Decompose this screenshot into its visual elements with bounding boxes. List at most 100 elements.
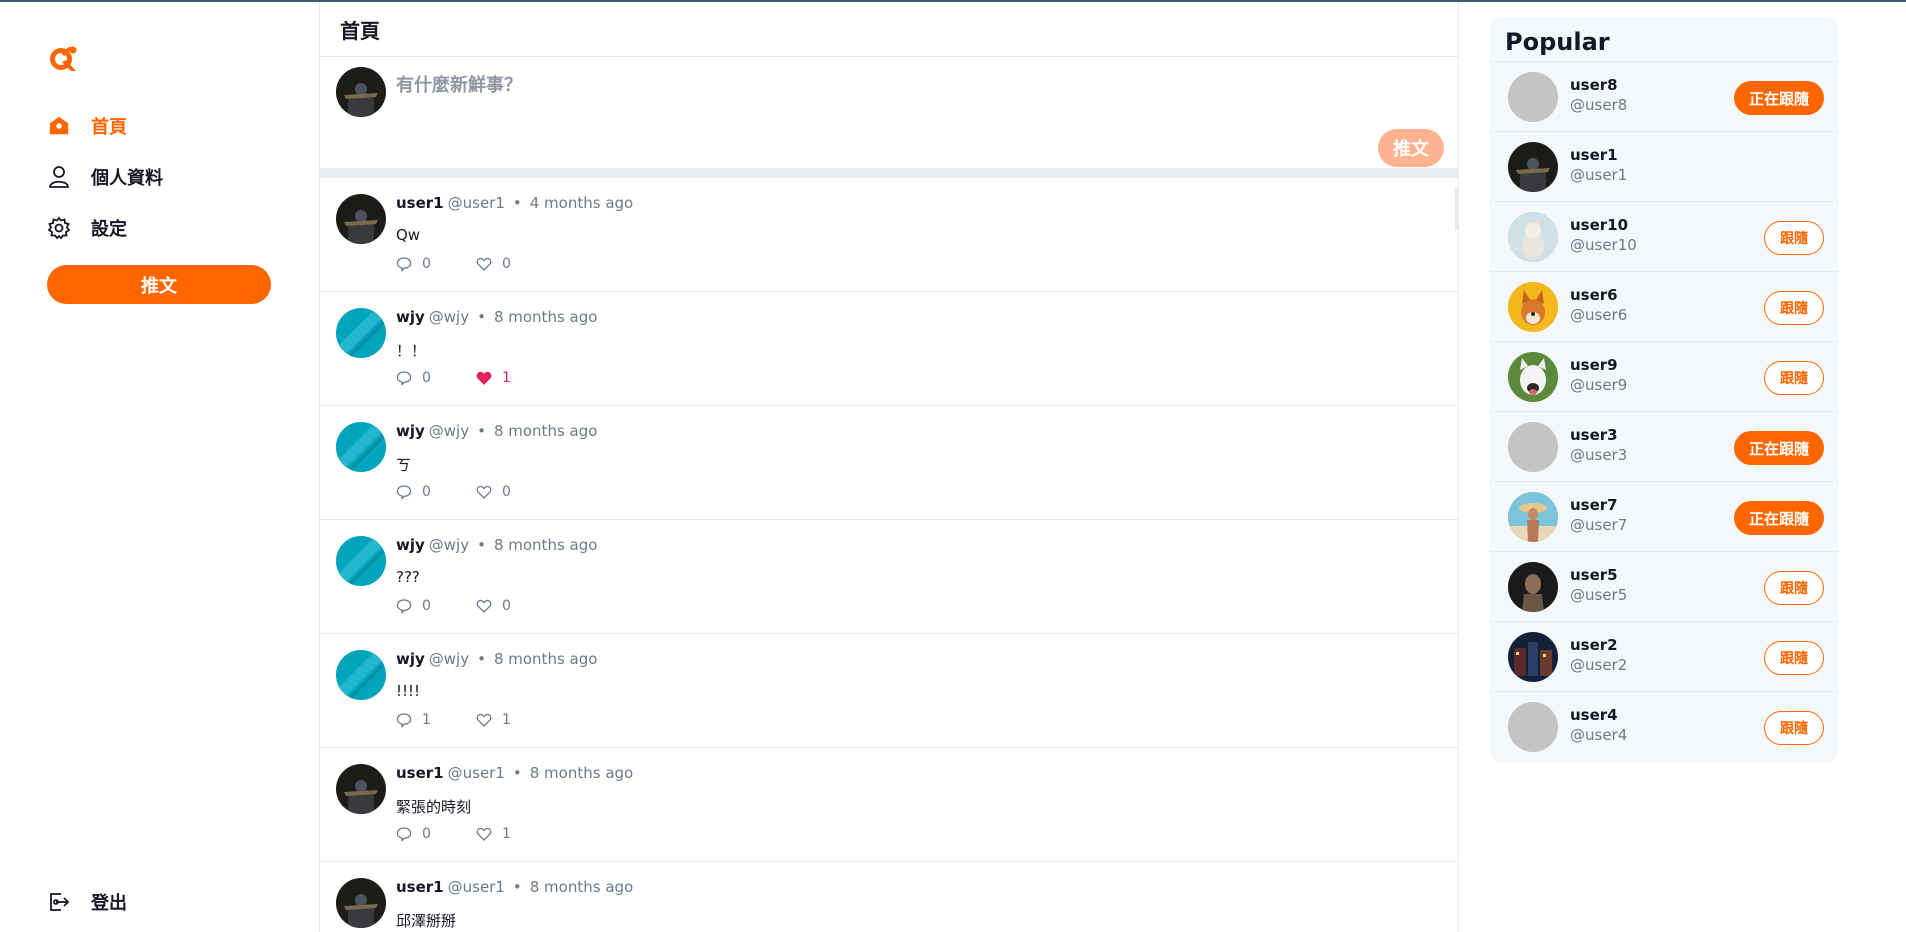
like-button[interactable]: 1 [476,712,511,728]
tweet-author-handle[interactable]: @wjy [429,536,469,554]
tweet-text: ！！ [396,342,427,360]
tweet-item[interactable]: wjy @wjy • 8 months ago??? 0 0 [320,520,1458,634]
follow-button[interactable]: 跟隨 [1764,571,1824,605]
tweet-author-name[interactable]: user1 [396,194,444,212]
tweet-item[interactable]: wjy @wjy • 8 months ago！！ 0 1 [320,292,1458,406]
popular-user-handle: @user1 [1570,166,1628,184]
following-button[interactable]: 正在跟隨 [1734,431,1824,465]
logout-button[interactable]: 登出 [47,884,127,920]
tweet-avatar[interactable] [336,194,386,244]
popular-user-avatar[interactable] [1508,492,1558,542]
reply-count: 1 [422,712,431,728]
popular-user-avatar[interactable] [1508,422,1558,472]
tweet-item[interactable]: wjy @wjy • 8 months ago ㄎ 0 0 [320,406,1458,520]
popular-user-name[interactable]: user4 [1570,706,1618,724]
reply-button[interactable]: 0 [396,598,476,614]
popular-user-item[interactable]: user8 @user8 正在跟隨 [1489,62,1839,132]
popular-user-item[interactable]: user5 @user5 跟隨 [1489,552,1839,622]
tweet-author-handle[interactable]: @user1 [448,878,505,896]
follow-button[interactable]: 跟隨 [1764,361,1824,395]
popular-user-item[interactable]: user6 @user6 跟隨 [1489,272,1839,342]
compose-submit-button[interactable]: 推文 [1378,129,1444,167]
tweet-author-handle[interactable]: @wjy [429,650,469,668]
feed-scrollbar[interactable] [1455,188,1458,230]
popular-user-handle: @user4 [1570,726,1628,744]
popular-user-handle: @user8 [1570,96,1628,114]
reply-button[interactable]: 1 [396,712,476,728]
tweet-author-handle[interactable]: @user1 [448,194,505,212]
tweet-author-name[interactable]: wjy [396,536,425,554]
like-button[interactable]: 0 [476,256,511,272]
sidebar-tweet-button[interactable]: 推文 [47,265,271,304]
reply-icon [396,826,412,842]
popular-user-avatar[interactable] [1508,352,1558,402]
tweet-item[interactable]: user1@user1•8 months ago邱澤掰掰00 [320,862,1458,932]
tweet-avatar[interactable] [336,764,386,814]
reply-count: 0 [422,484,431,500]
heart-icon [476,484,492,500]
heart-icon [476,256,492,272]
popular-user-item[interactable]: user9 @user9 跟隨 [1489,342,1839,412]
popular-user-avatar[interactable] [1508,142,1558,192]
nav-home[interactable]: 首頁 [47,108,127,144]
following-button[interactable]: 正在跟隨 [1734,81,1824,115]
follow-button[interactable]: 跟隨 [1764,221,1824,255]
popular-user-name[interactable]: user2 [1570,636,1618,654]
popular-user-item[interactable]: user4 @user4 跟隨 [1489,692,1839,762]
tweet-author-name[interactable]: wjy [396,422,425,440]
follow-button[interactable]: 跟隨 [1764,291,1824,325]
popular-user-name[interactable]: user10 [1570,216,1628,234]
like-button[interactable]: 1 [476,826,511,842]
tweet-text: !!!! [396,682,421,700]
nav-profile[interactable]: 個人資料 [47,159,163,195]
popular-user-name[interactable]: user9 [1570,356,1618,374]
reply-button[interactable]: 0 [396,370,476,386]
tweet-avatar[interactable] [336,308,386,358]
reply-button[interactable]: 0 [396,484,476,500]
compose-input[interactable] [396,75,1396,96]
tweet-author-handle[interactable]: @user1 [448,764,505,782]
follow-button[interactable]: 跟隨 [1764,641,1824,675]
tweet-author-handle[interactable]: @wjy [429,308,469,326]
reply-button[interactable]: 0 [396,826,476,842]
ac-logo[interactable] [47,42,79,74]
popular-user-item[interactable]: user10 @user10 跟隨 [1489,202,1839,272]
tweet-item[interactable]: user1 @user1 • 4 months ago Qw 0 0 [320,178,1458,292]
popular-user-name[interactable]: user5 [1570,566,1618,584]
following-button[interactable]: 正在跟隨 [1734,501,1824,535]
popular-user-name[interactable]: user3 [1570,426,1618,444]
tweet-avatar[interactable] [336,650,386,700]
follow-button[interactable]: 跟隨 [1764,711,1824,745]
tweet-avatar[interactable] [336,422,386,472]
nav-settings[interactable]: 設定 [47,210,127,246]
popular-user-name[interactable]: user1 [1570,146,1618,164]
popular-user-avatar[interactable] [1508,702,1558,752]
heart-icon [476,712,492,728]
tweet-avatar[interactable] [336,536,386,586]
popular-user-item[interactable]: user1 @user1 [1489,132,1839,202]
tweet-avatar[interactable] [336,878,386,928]
like-button[interactable]: 1 [476,370,511,386]
popular-user-avatar[interactable] [1508,212,1558,262]
tweet-author-name[interactable]: wjy [396,308,425,326]
like-button[interactable]: 0 [476,598,511,614]
tweet-author-name[interactable]: user1 [396,764,444,782]
reply-button[interactable]: 0 [396,256,476,272]
popular-user-item[interactable]: user7 @user7 正在跟隨 [1489,482,1839,552]
popular-user-avatar[interactable] [1508,72,1558,122]
tweet-author-handle[interactable]: @wjy [429,422,469,440]
popular-user-item[interactable]: user2 @user2 跟隨 [1489,622,1839,692]
tweet-author-name[interactable]: user1 [396,878,444,896]
tweet-author-name[interactable]: wjy [396,650,425,668]
popular-user-name[interactable]: user8 [1570,76,1618,94]
tweet-item[interactable]: user1 @user1 • 8 months ago 緊張的時刻 0 1 [320,748,1458,862]
popular-user-avatar[interactable] [1508,282,1558,332]
like-button[interactable]: 0 [476,484,511,500]
popular-user-name[interactable]: user6 [1570,286,1618,304]
tweet-item[interactable]: wjy @wjy • 8 months ago!!!! 1 1 [320,634,1458,748]
popular-user-avatar[interactable] [1508,562,1558,612]
popular-user-name[interactable]: user7 [1570,496,1618,514]
popular-user-item[interactable]: user3 @user3 正在跟隨 [1489,412,1839,482]
reply-count: 0 [422,598,431,614]
popular-user-avatar[interactable] [1508,632,1558,682]
